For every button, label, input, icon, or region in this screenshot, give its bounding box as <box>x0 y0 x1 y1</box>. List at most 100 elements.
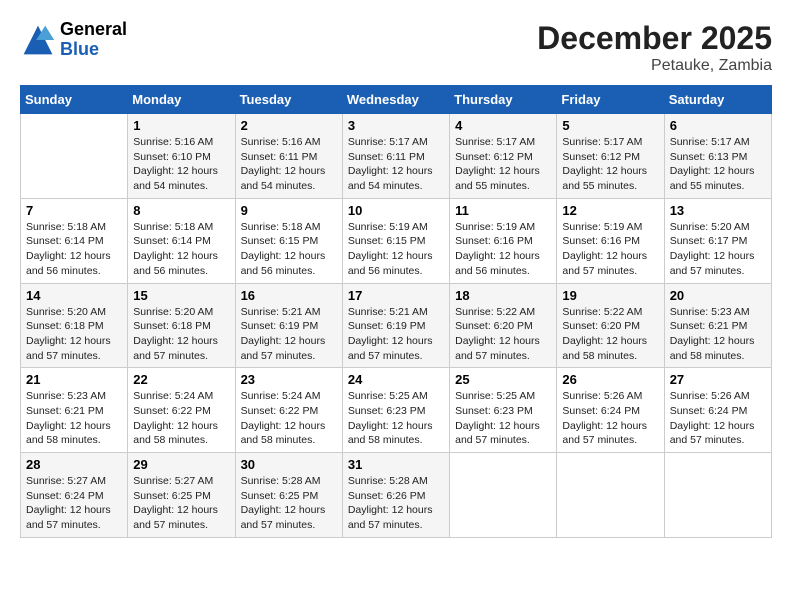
calendar-cell: 17 Sunrise: 5:21 AM Sunset: 6:19 PM Dayli… <box>342 283 449 368</box>
day-number: 23 <box>241 372 337 387</box>
day-info: Sunrise: 5:22 AM Sunset: 6:20 PM Dayligh… <box>455 305 551 364</box>
day-number: 8 <box>133 203 229 218</box>
calendar-cell: 3 Sunrise: 5:17 AM Sunset: 6:11 PM Daylig… <box>342 114 449 199</box>
calendar-cell: 4 Sunrise: 5:17 AM Sunset: 6:12 PM Daylig… <box>450 114 557 199</box>
calendar-week-row: 14 Sunrise: 5:20 AM Sunset: 6:18 PM Dayli… <box>21 283 772 368</box>
day-info: Sunrise: 5:26 AM Sunset: 6:24 PM Dayligh… <box>670 389 766 448</box>
day-info: Sunrise: 5:24 AM Sunset: 6:22 PM Dayligh… <box>241 389 337 448</box>
calendar-cell: 25Sunrise: 5:25 AM Sunset: 6:23 PM Dayli… <box>450 368 557 453</box>
day-info: Sunrise: 5:28 AM Sunset: 6:25 PM Dayligh… <box>241 474 337 533</box>
calendar-cell: 9 Sunrise: 5:18 AM Sunset: 6:15 PM Daylig… <box>235 198 342 283</box>
day-info: Sunrise: 5:16 AM Sunset: 6:10 PM Dayligh… <box>133 135 229 194</box>
day-info: Sunrise: 5:21 AM Sunset: 6:19 PM Dayligh… <box>348 305 444 364</box>
day-number: 3 <box>348 118 444 133</box>
day-number: 7 <box>26 203 122 218</box>
calendar-cell: 19Sunrise: 5:22 AM Sunset: 6:20 PM Dayli… <box>557 283 664 368</box>
calendar-cell: 18 Sunrise: 5:22 AM Sunset: 6:20 PM Dayli… <box>450 283 557 368</box>
day-info: Sunrise: 5:17 AM Sunset: 6:13 PM Dayligh… <box>670 135 766 194</box>
weekday-header-cell: Friday <box>557 86 664 114</box>
location-subtitle: Petauke, Zambia <box>537 57 772 75</box>
day-number: 9 <box>241 203 337 218</box>
logo-text: GeneralBlue <box>60 20 127 60</box>
calendar-cell <box>21 114 128 199</box>
day-number: 12 <box>562 203 658 218</box>
day-number: 18 <box>455 288 551 303</box>
day-number: 31 <box>348 457 444 472</box>
day-number: 15 <box>133 288 229 303</box>
day-number: 10 <box>348 203 444 218</box>
calendar-cell: 6Sunrise: 5:17 AM Sunset: 6:13 PM Daylig… <box>664 114 771 199</box>
weekday-header-cell: Thursday <box>450 86 557 114</box>
day-info: Sunrise: 5:25 AM Sunset: 6:23 PM Dayligh… <box>348 389 444 448</box>
day-info: Sunrise: 5:23 AM Sunset: 6:21 PM Dayligh… <box>26 389 122 448</box>
calendar-cell: 7Sunrise: 5:18 AM Sunset: 6:14 PM Daylig… <box>21 198 128 283</box>
calendar-cell: 29 Sunrise: 5:27 AM Sunset: 6:25 PM Dayli… <box>128 453 235 538</box>
day-number: 13 <box>670 203 766 218</box>
day-info: Sunrise: 5:19 AM Sunset: 6:16 PM Dayligh… <box>455 220 551 279</box>
day-info: Sunrise: 5:20 AM Sunset: 6:17 PM Dayligh… <box>670 220 766 279</box>
calendar-cell: 27Sunrise: 5:26 AM Sunset: 6:24 PM Dayli… <box>664 368 771 453</box>
day-number: 20 <box>670 288 766 303</box>
calendar-cell: 1 Sunrise: 5:16 AM Sunset: 6:10 PM Daylig… <box>128 114 235 199</box>
day-info: Sunrise: 5:18 AM Sunset: 6:15 PM Dayligh… <box>241 220 337 279</box>
calendar-cell: 26Sunrise: 5:26 AM Sunset: 6:24 PM Dayli… <box>557 368 664 453</box>
calendar-cell: 2 Sunrise: 5:16 AM Sunset: 6:11 PM Daylig… <box>235 114 342 199</box>
calendar-cell: 5Sunrise: 5:17 AM Sunset: 6:12 PM Daylig… <box>557 114 664 199</box>
day-info: Sunrise: 5:17 AM Sunset: 6:11 PM Dayligh… <box>348 135 444 194</box>
calendar-cell: 24Sunrise: 5:25 AM Sunset: 6:23 PM Dayli… <box>342 368 449 453</box>
day-number: 14 <box>26 288 122 303</box>
day-info: Sunrise: 5:20 AM Sunset: 6:18 PM Dayligh… <box>26 305 122 364</box>
calendar-week-row: 28Sunrise: 5:27 AM Sunset: 6:24 PM Dayli… <box>21 453 772 538</box>
calendar-cell: 31Sunrise: 5:28 AM Sunset: 6:26 PM Dayli… <box>342 453 449 538</box>
month-year-title: December 2025 <box>537 20 772 57</box>
day-info: Sunrise: 5:16 AM Sunset: 6:11 PM Dayligh… <box>241 135 337 194</box>
day-info: Sunrise: 5:17 AM Sunset: 6:12 PM Dayligh… <box>455 135 551 194</box>
day-number: 4 <box>455 118 551 133</box>
day-number: 11 <box>455 203 551 218</box>
calendar-cell: 21 Sunrise: 5:23 AM Sunset: 6:21 PM Dayli… <box>21 368 128 453</box>
calendar-cell: 14 Sunrise: 5:20 AM Sunset: 6:18 PM Dayli… <box>21 283 128 368</box>
day-info: Sunrise: 5:20 AM Sunset: 6:18 PM Dayligh… <box>133 305 229 364</box>
day-number: 17 <box>348 288 444 303</box>
calendar-week-row: 1 Sunrise: 5:16 AM Sunset: 6:10 PM Daylig… <box>21 114 772 199</box>
calendar-cell: 13 Sunrise: 5:20 AM Sunset: 6:17 PM Dayli… <box>664 198 771 283</box>
day-number: 22 <box>133 372 229 387</box>
calendar-cell: 15 Sunrise: 5:20 AM Sunset: 6:18 PM Dayli… <box>128 283 235 368</box>
day-info: Sunrise: 5:19 AM Sunset: 6:16 PM Dayligh… <box>562 220 658 279</box>
logo-blue: Blue <box>60 39 99 59</box>
calendar-cell: 30 Sunrise: 5:28 AM Sunset: 6:25 PM Dayli… <box>235 453 342 538</box>
weekday-header-cell: Saturday <box>664 86 771 114</box>
day-number: 1 <box>133 118 229 133</box>
weekday-header-cell: Wednesday <box>342 86 449 114</box>
day-info: Sunrise: 5:21 AM Sunset: 6:19 PM Dayligh… <box>241 305 337 364</box>
weekday-header-cell: Sunday <box>21 86 128 114</box>
calendar-week-row: 7Sunrise: 5:18 AM Sunset: 6:14 PM Daylig… <box>21 198 772 283</box>
day-number: 30 <box>241 457 337 472</box>
day-number: 2 <box>241 118 337 133</box>
day-number: 21 <box>26 372 122 387</box>
day-info: Sunrise: 5:19 AM Sunset: 6:15 PM Dayligh… <box>348 220 444 279</box>
logo: GeneralBlue <box>20 20 127 60</box>
calendar-cell: 10 Sunrise: 5:19 AM Sunset: 6:15 PM Dayli… <box>342 198 449 283</box>
day-number: 29 <box>133 457 229 472</box>
day-info: Sunrise: 5:26 AM Sunset: 6:24 PM Dayligh… <box>562 389 658 448</box>
day-info: Sunrise: 5:24 AM Sunset: 6:22 PM Dayligh… <box>133 389 229 448</box>
calendar-cell: 11 Sunrise: 5:19 AM Sunset: 6:16 PM Dayli… <box>450 198 557 283</box>
day-number: 25 <box>455 372 551 387</box>
logo-icon <box>20 22 56 58</box>
day-info: Sunrise: 5:27 AM Sunset: 6:25 PM Dayligh… <box>133 474 229 533</box>
day-info: Sunrise: 5:27 AM Sunset: 6:24 PM Dayligh… <box>26 474 122 533</box>
title-block: December 2025 Petauke, Zambia <box>537 20 772 75</box>
calendar-week-row: 21 Sunrise: 5:23 AM Sunset: 6:21 PM Dayli… <box>21 368 772 453</box>
calendar-cell: 23 Sunrise: 5:24 AM Sunset: 6:22 PM Dayli… <box>235 368 342 453</box>
day-info: Sunrise: 5:22 AM Sunset: 6:20 PM Dayligh… <box>562 305 658 364</box>
day-number: 5 <box>562 118 658 133</box>
calendar-cell <box>664 453 771 538</box>
calendar-cell <box>450 453 557 538</box>
calendar-body: 1 Sunrise: 5:16 AM Sunset: 6:10 PM Daylig… <box>21 114 772 538</box>
calendar-cell: 28Sunrise: 5:27 AM Sunset: 6:24 PM Dayli… <box>21 453 128 538</box>
calendar-cell: 8Sunrise: 5:18 AM Sunset: 6:14 PM Daylig… <box>128 198 235 283</box>
day-info: Sunrise: 5:23 AM Sunset: 6:21 PM Dayligh… <box>670 305 766 364</box>
page-header: GeneralBlue December 2025 Petauke, Zambi… <box>20 20 772 75</box>
calendar-cell: 20 Sunrise: 5:23 AM Sunset: 6:21 PM Dayli… <box>664 283 771 368</box>
